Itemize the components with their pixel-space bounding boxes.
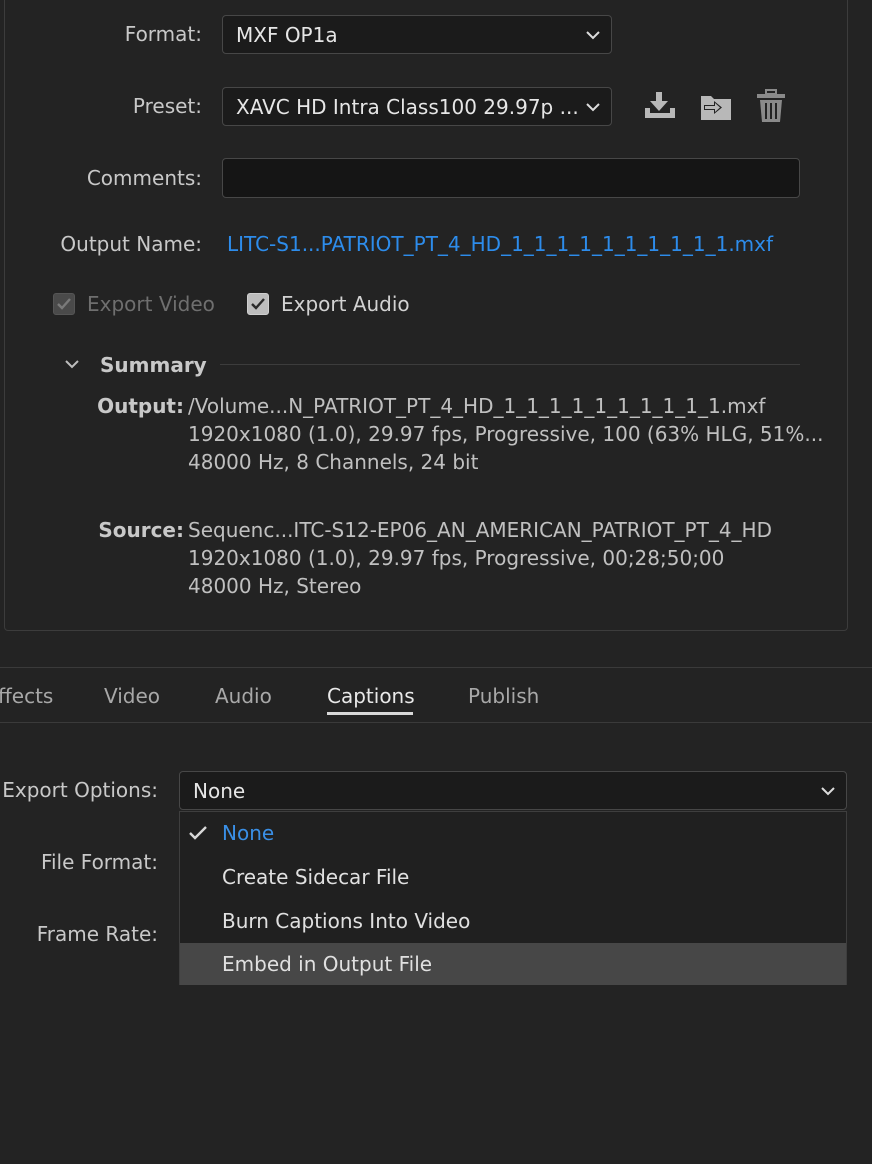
summary-source-key: Source:	[98, 518, 184, 542]
summary-output-line: 48000 Hz, 8 Channels, 24 bit	[188, 450, 479, 474]
menu-item-label: None	[222, 821, 275, 845]
preset-dropdown[interactable]: XAVC HD Intra Class100 29.97p ...	[222, 87, 612, 126]
trash-icon[interactable]	[754, 88, 788, 124]
output-name-link[interactable]: LITC-S1...PATRIOT_PT_4_HD_1_1_1_1_1_1_1_…	[227, 232, 773, 256]
tab-audio[interactable]: Audio	[215, 684, 272, 708]
comments-label: Comments:	[86, 166, 202, 190]
chevron-down-icon	[586, 102, 600, 111]
checkmark-icon	[53, 293, 75, 315]
chevron-down-icon[interactable]	[64, 358, 80, 370]
summary-heading[interactable]: Summary	[100, 353, 207, 377]
export-video-label: Export Video	[87, 292, 215, 316]
tab-captions[interactable]: Captions	[327, 684, 415, 708]
export-video-checkbox: Export Video	[53, 292, 215, 316]
chevron-down-icon	[586, 30, 600, 39]
active-tab-indicator	[327, 712, 413, 715]
summary-source-line: Sequenc...ITC-S12-EP06_AN_AMERICAN_PATRI…	[188, 518, 772, 542]
checkmark-icon	[247, 293, 269, 315]
checkmark-icon	[189, 826, 207, 840]
settings-tab-bar: ffects Video Audio Captions Publish	[0, 667, 872, 723]
export-options-dropdown[interactable]: None	[179, 771, 847, 810]
export-options-label: Export Options:	[2, 778, 158, 802]
tab-effects[interactable]: ffects	[0, 684, 53, 708]
import-preset-icon[interactable]	[642, 90, 678, 122]
menu-item-label: Embed in Output File	[222, 952, 433, 976]
format-label: Format:	[124, 22, 202, 46]
preset-value: XAVC HD Intra Class100 29.97p ...	[236, 94, 579, 119]
summary-output-line: /Volume...N_PATRIOT_PT_4_HD_1_1_1_1_1_1_…	[188, 394, 766, 418]
menu-item-none[interactable]: None	[180, 812, 846, 854]
export-audio-label: Export Audio	[281, 292, 410, 316]
export-options-value: None	[193, 778, 246, 803]
summary-divider	[220, 364, 800, 365]
summary-output-key: Output:	[97, 394, 184, 418]
summary-source-line: 48000 Hz, Stereo	[188, 574, 362, 598]
output-name-label: Output Name:	[60, 232, 202, 256]
menu-item-embed-in-output-file[interactable]: Embed in Output File	[180, 943, 846, 985]
export-audio-checkbox[interactable]: Export Audio	[247, 292, 410, 316]
summary-source-line: 1920x1080 (1.0), 29.97 fps, Progressive,…	[188, 546, 725, 570]
preset-label: Preset:	[132, 94, 202, 118]
tab-video[interactable]: Video	[104, 684, 160, 708]
export-preset-icon[interactable]	[698, 90, 734, 124]
file-format-label: File Format:	[40, 850, 158, 874]
chevron-down-icon	[821, 786, 835, 795]
comments-field[interactable]	[222, 158, 800, 198]
tab-publish[interactable]: Publish	[468, 684, 539, 708]
frame-rate-label: Frame Rate:	[36, 922, 158, 946]
menu-item-burn-captions-into-video[interactable]: Burn Captions Into Video	[180, 900, 846, 942]
format-dropdown[interactable]: MXF OP1a	[222, 15, 612, 54]
export-options-menu: None Create Sidecar File Burn Captions I…	[179, 811, 847, 985]
menu-item-label: Burn Captions Into Video	[222, 909, 471, 933]
summary-output-line: 1920x1080 (1.0), 29.97 fps, Progressive,…	[188, 422, 824, 446]
format-value: MXF OP1a	[236, 22, 338, 47]
menu-item-create-sidecar-file[interactable]: Create Sidecar File	[180, 856, 846, 898]
menu-item-label: Create Sidecar File	[222, 865, 410, 889]
